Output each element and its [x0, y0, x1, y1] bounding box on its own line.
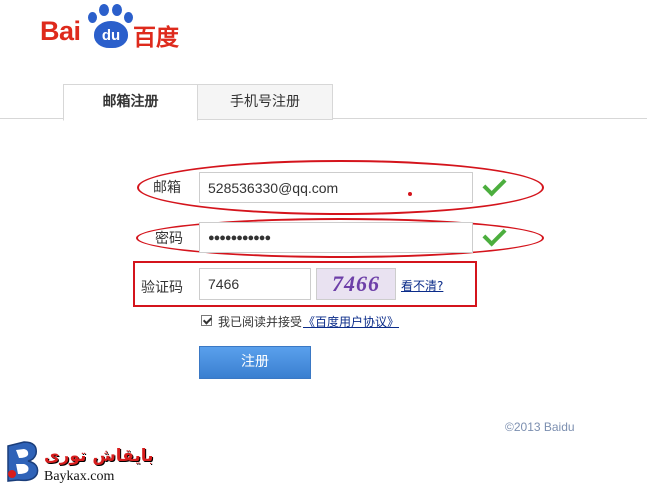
- password-label: 密码: [155, 231, 183, 247]
- user-agreement-link[interactable]: 《百度用户协议》: [303, 313, 399, 330]
- email-field[interactable]: 528536330@qq.com: [199, 172, 473, 203]
- captcha-refresh-link[interactable]: 看不清?: [401, 277, 443, 294]
- annotation-dot: [408, 192, 412, 196]
- tab-email-register[interactable]: 邮箱注册: [63, 84, 198, 121]
- email-label: 邮箱: [153, 180, 181, 196]
- register-button[interactable]: 注册: [199, 346, 311, 379]
- watermark-logo-icon: [7, 441, 39, 482]
- paw-icon: du: [86, 4, 134, 50]
- watermark-site-text: Baykax.com: [44, 469, 115, 484]
- agreement-text: 我已阅读并接受: [218, 315, 303, 329]
- password-valid-check-icon: [484, 226, 508, 244]
- tab-phone-register[interactable]: 手机号注册: [197, 84, 333, 120]
- captcha-input[interactable]: 7466: [199, 268, 311, 300]
- watermark-arabic-text: بایقاش توری: [44, 446, 154, 466]
- captcha-label: 验证码: [141, 280, 183, 296]
- logo-text-cn: 百度: [133, 25, 179, 51]
- password-field[interactable]: ●●●●●●●●●●●: [199, 222, 473, 253]
- captcha-image: 7466: [316, 268, 396, 300]
- agreement-checkbox[interactable]: [201, 315, 212, 326]
- copyright-text: ©2013 Baidu: [505, 420, 575, 434]
- logo-text-du: du: [101, 27, 121, 44]
- email-valid-check-icon: [484, 176, 508, 194]
- logo-text-bai: Bai: [40, 16, 81, 46]
- baidu-logo[interactable]: Bai du 百度: [40, 4, 190, 51]
